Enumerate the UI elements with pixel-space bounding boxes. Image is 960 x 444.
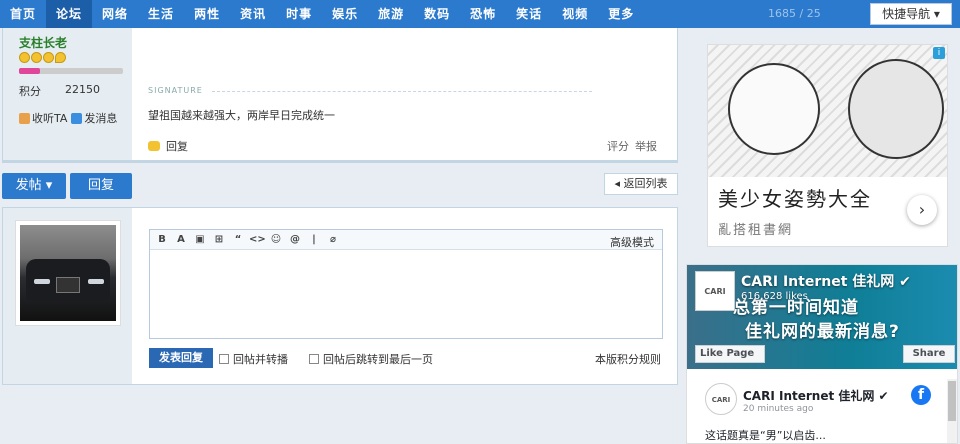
quick-reply-block: B A ▣ ⊞ “<> ☺ @ | ⌀ 高级模式 发表回复 回帖并转播 回帖后跳转到最后一页 本… [2, 207, 678, 385]
font-color-icon[interactable]: A [173, 233, 189, 247]
level-progress-fill [19, 68, 40, 74]
level-moon-icon [55, 52, 66, 63]
nav-right-area: 1685 / 25 快捷导航 ▾ [678, 0, 960, 28]
signature-divider [212, 91, 592, 92]
smiley-icon[interactable]: ☺ [268, 233, 284, 247]
nav-item[interactable]: 论坛 [46, 0, 93, 28]
quick-nav-button[interactable]: 快捷导航 ▾ [870, 3, 952, 25]
bold-icon[interactable]: B [154, 233, 170, 247]
signature-label: SIGNATURE [148, 86, 203, 95]
rate-link[interactable]: 评分 [607, 138, 629, 154]
back-to-list-button[interactable]: ◂ 返回列表 [604, 173, 678, 195]
board-rules-link[interactable]: 本版积分规则 [595, 351, 661, 367]
facebook-icon: f [911, 385, 931, 405]
level-emoticon-icon [43, 52, 54, 63]
post-bottom-border [2, 160, 678, 163]
nav-item[interactable]: 数码 [414, 0, 460, 28]
reply-button[interactable]: 回复 [70, 173, 132, 199]
fb-like-count: 616,628 likes [741, 291, 808, 302]
avatar-image [20, 225, 116, 321]
nav-item[interactable]: 娱乐 [322, 0, 368, 28]
quote-icon[interactable]: “ [230, 233, 246, 247]
ad-face-left [728, 63, 820, 155]
new-post-button[interactable]: 发帖 ▾ [2, 173, 66, 199]
post-reply-label: 回复 [166, 140, 188, 153]
jump-last-label: 回帖后跳转到最后一页 [323, 353, 433, 366]
message-icon [71, 112, 83, 124]
reply-author-panel [3, 208, 132, 384]
level-progress-bar [19, 68, 123, 74]
image-icon[interactable]: ▣ [192, 233, 208, 247]
advertisement[interactable]: i 美少女姿勢大全 亂搭租書網 › [707, 44, 948, 247]
fb-scrollbar[interactable] [947, 379, 957, 443]
nav-item[interactable]: 生活 [138, 0, 184, 28]
nav-item[interactable]: 时事 [276, 0, 322, 28]
message-link[interactable]: 发消息 [84, 110, 117, 126]
nav-item[interactable]: 两性 [184, 0, 230, 28]
thread-stats: 1685 / 25 [768, 7, 821, 20]
ad-title: 美少女姿勢大全 [718, 187, 872, 211]
ad-choices-icon[interactable]: i [933, 47, 945, 59]
reply-bubble-icon [148, 141, 160, 151]
fb-post-avatar[interactable]: CARI [705, 383, 737, 415]
level-emoticon-icon [31, 52, 42, 63]
nav-item[interactable]: 笑话 [506, 0, 552, 28]
nav-item[interactable]: 网络 [92, 0, 138, 28]
repost-label: 回帖并转播 [233, 353, 288, 366]
author-username[interactable]: 支柱长老 [19, 34, 67, 51]
post-content: SIGNATURE 望祖国越来越强大，两岸早日完成统一 回复 评分 举报 [132, 28, 677, 161]
car-headlight [88, 279, 104, 284]
submit-reply-button[interactable]: 发表回复 [149, 348, 213, 368]
author-actions: 收听TA 发消息 [19, 110, 117, 126]
nav-item[interactable]: 恐怖 [460, 0, 506, 28]
checkbox-box[interactable] [309, 354, 319, 364]
fb-scroll-thumb[interactable] [948, 381, 956, 421]
nav-item[interactable]: 更多 [598, 0, 644, 28]
ad-subtitle: 亂搭租書網 [718, 223, 794, 238]
attachment-icon[interactable]: ⌀ [325, 233, 341, 247]
jump-last-checkbox[interactable]: 回帖后跳转到最后一页 [309, 351, 433, 367]
fb-page-logo[interactable]: CARI [695, 271, 735, 311]
level-emoticon-icon [19, 52, 30, 63]
link-icon[interactable]: ⊞ [211, 233, 227, 247]
fb-post-author[interactable]: CARI Internet 佳礼网 ✔ [743, 387, 889, 404]
ad-next-icon[interactable]: › [907, 195, 937, 225]
nav-item[interactable]: 资讯 [230, 0, 276, 28]
divider: | [312, 233, 316, 245]
nav-item[interactable]: 视频 [552, 0, 598, 28]
fb-post-text: 这话题真是“男”以启齿... [705, 429, 826, 442]
avatar[interactable] [15, 220, 121, 326]
fb-page-name[interactable]: CARI Internet 佳礼网 ✔ [741, 271, 911, 291]
nav-item[interactable]: 旅游 [368, 0, 414, 28]
points-label: 积分 [19, 85, 41, 98]
car-headlight [34, 279, 50, 284]
fb-share-button[interactable]: Share [903, 345, 955, 363]
signature-text: 望祖国越来越强大，两岸早日完成统一 [148, 109, 335, 122]
advanced-mode-link[interactable]: 高级模式 [610, 234, 654, 250]
checkbox-box[interactable] [219, 354, 229, 364]
follow-link[interactable]: 收听TA [32, 110, 67, 126]
nav-item[interactable]: 首页 [0, 0, 46, 28]
fb-cover-text: 佳礼网的最新消息? [745, 322, 900, 342]
report-link[interactable]: 举报 [635, 138, 657, 154]
ad-face-right [848, 59, 944, 159]
fb-like-page-button[interactable]: Like Page [695, 345, 765, 363]
reply-textarea[interactable] [150, 250, 662, 338]
post-reply-link[interactable]: 回复 [148, 138, 188, 154]
fb-post-time[interactable]: 20 minutes ago [743, 404, 813, 414]
points-value: 22150 [65, 83, 100, 96]
mention-icon[interactable]: @ [287, 233, 303, 247]
code-icon[interactable]: <> [249, 233, 266, 247]
car-grille [56, 277, 80, 293]
facebook-page-widget: 总第一时间知道 佳礼网的最新消息? CARI CARI Internet 佳礼网… [686, 264, 958, 444]
reply-editor: B A ▣ ⊞ “<> ☺ @ | ⌀ 高级模式 [149, 229, 663, 339]
follow-icon [19, 112, 30, 124]
fb-cover-image: 总第一时间知道 佳礼网的最新消息? CARI CARI Internet 佳礼网… [687, 265, 957, 369]
post-author-panel: 支柱长老 积分 22150 收听TA 发消息 [3, 28, 132, 161]
repost-checkbox[interactable]: 回帖并转播 [219, 351, 288, 367]
forum-post: 支柱长老 积分 22150 收听TA 发消息 SIGNATURE 望祖国越来越强… [2, 28, 678, 161]
top-nav: 首页 论坛 网络 生活 两性 资讯 时事 娱乐 旅游 数码 恐怖 笑话 视频 更多 [0, 0, 678, 28]
ad-artwork [708, 45, 947, 177]
editor-toolbar: B A ▣ ⊞ “<> ☺ @ | ⌀ [150, 230, 662, 250]
